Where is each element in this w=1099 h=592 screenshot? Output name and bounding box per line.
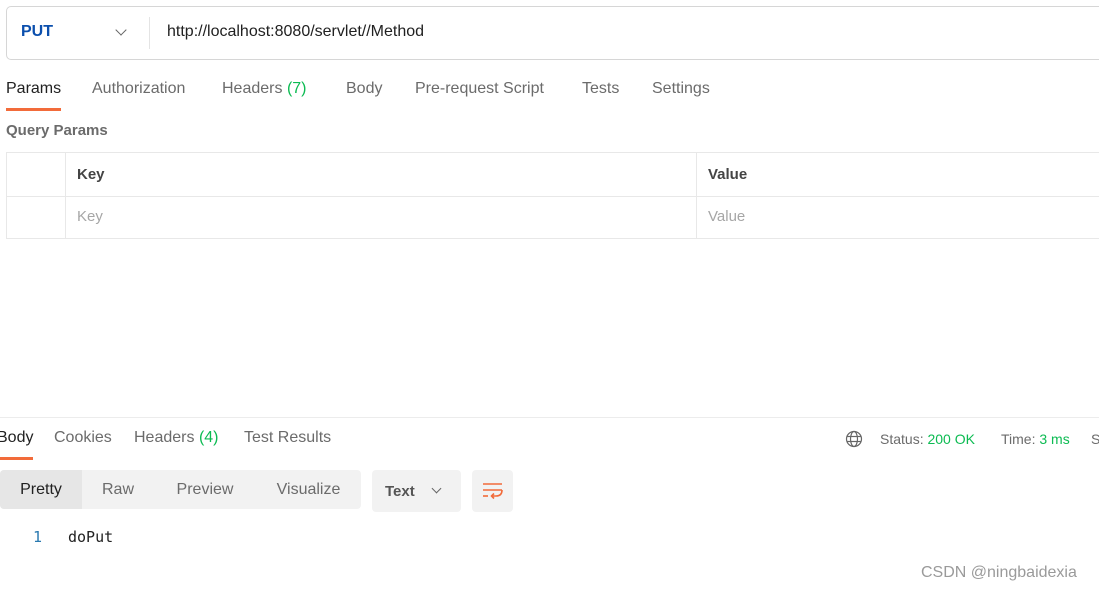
time-label: Time: <box>1001 431 1036 447</box>
column-header-value: Value <box>708 166 748 183</box>
value-input[interactable]: Value <box>708 208 745 225</box>
chevron-down-icon <box>431 483 442 494</box>
tab-label: Tests <box>582 80 620 97</box>
tab-label: Settings <box>652 80 710 97</box>
tab-authorization[interactable]: Authorization <box>92 80 185 98</box>
size-label: S <box>1091 431 1099 447</box>
line-number: 1 <box>33 528 43 546</box>
url-bar: PUT http://localhost:8080/servlet//Metho… <box>6 6 1099 60</box>
tab-label: Authorization <box>92 80 186 97</box>
divider <box>149 17 150 49</box>
chevron-down-icon[interactable] <box>115 24 127 36</box>
response-tab-test-results[interactable]: Test Results <box>244 429 331 447</box>
tab-label: Headers <box>222 80 283 97</box>
tab-label: Cookies <box>54 429 112 446</box>
key-input[interactable]: Key <box>77 208 103 225</box>
tab-label: Pre-request Script <box>415 80 544 97</box>
url-input[interactable]: http://localhost:8080/servlet//Method <box>167 23 424 41</box>
tab-pre-request-script[interactable]: Pre-request Script <box>415 80 544 98</box>
globe-icon[interactable] <box>845 430 863 448</box>
view-raw-button[interactable]: Raw <box>82 470 154 509</box>
active-tab-indicator <box>0 457 33 460</box>
headers-count: (4) <box>198 429 219 446</box>
watermark: CSDN @ningbaidexia <box>921 564 1077 581</box>
wrap-lines-button[interactable] <box>472 470 513 512</box>
active-tab-indicator <box>6 108 61 111</box>
query-params-title: Query Params <box>6 122 108 139</box>
pane-divider[interactable] <box>0 417 1099 418</box>
wrap-icon <box>483 483 503 500</box>
headers-count: (7) <box>286 80 307 97</box>
tab-params[interactable]: Params <box>6 80 61 98</box>
response-tab-cookies[interactable]: Cookies <box>54 429 112 447</box>
tab-label: Test Results <box>244 429 332 446</box>
status-label: Status: <box>880 431 924 447</box>
view-preview-button[interactable]: Preview <box>160 470 250 509</box>
tab-label: Headers <box>134 429 195 446</box>
view-visualize-button[interactable]: Visualize <box>256 470 361 509</box>
response-tab-body[interactable]: Body <box>0 429 33 447</box>
response-tab-headers[interactable]: Headers (4) <box>134 429 219 447</box>
column-header-key: Key <box>77 166 105 183</box>
query-params-table: Key Value Key Value <box>6 152 1099 239</box>
format-dropdown[interactable]: Text <box>372 470 461 512</box>
time-readout: Time: 3 ms <box>1001 431 1070 447</box>
row-divider <box>7 196 1099 197</box>
response-body-line: doPut <box>68 528 114 546</box>
tab-headers[interactable]: Headers (7) <box>222 80 307 98</box>
status-value[interactable]: 200 OK <box>927 431 974 447</box>
method-select[interactable]: PUT <box>21 23 53 41</box>
tab-label: Body <box>346 80 383 97</box>
view-pretty-button[interactable]: Pretty <box>0 470 82 509</box>
time-value[interactable]: 3 ms <box>1039 431 1069 447</box>
tab-tests[interactable]: Tests <box>582 80 619 98</box>
tab-label: Body <box>0 429 34 446</box>
tab-body[interactable]: Body <box>346 80 382 98</box>
format-value: Text <box>385 483 415 500</box>
tab-label: Params <box>6 80 62 97</box>
view-mode-segmented-control: Pretty Raw Preview Visualize <box>0 470 361 509</box>
tab-settings[interactable]: Settings <box>652 80 710 98</box>
status-readout: Status: 200 OK <box>880 431 975 447</box>
